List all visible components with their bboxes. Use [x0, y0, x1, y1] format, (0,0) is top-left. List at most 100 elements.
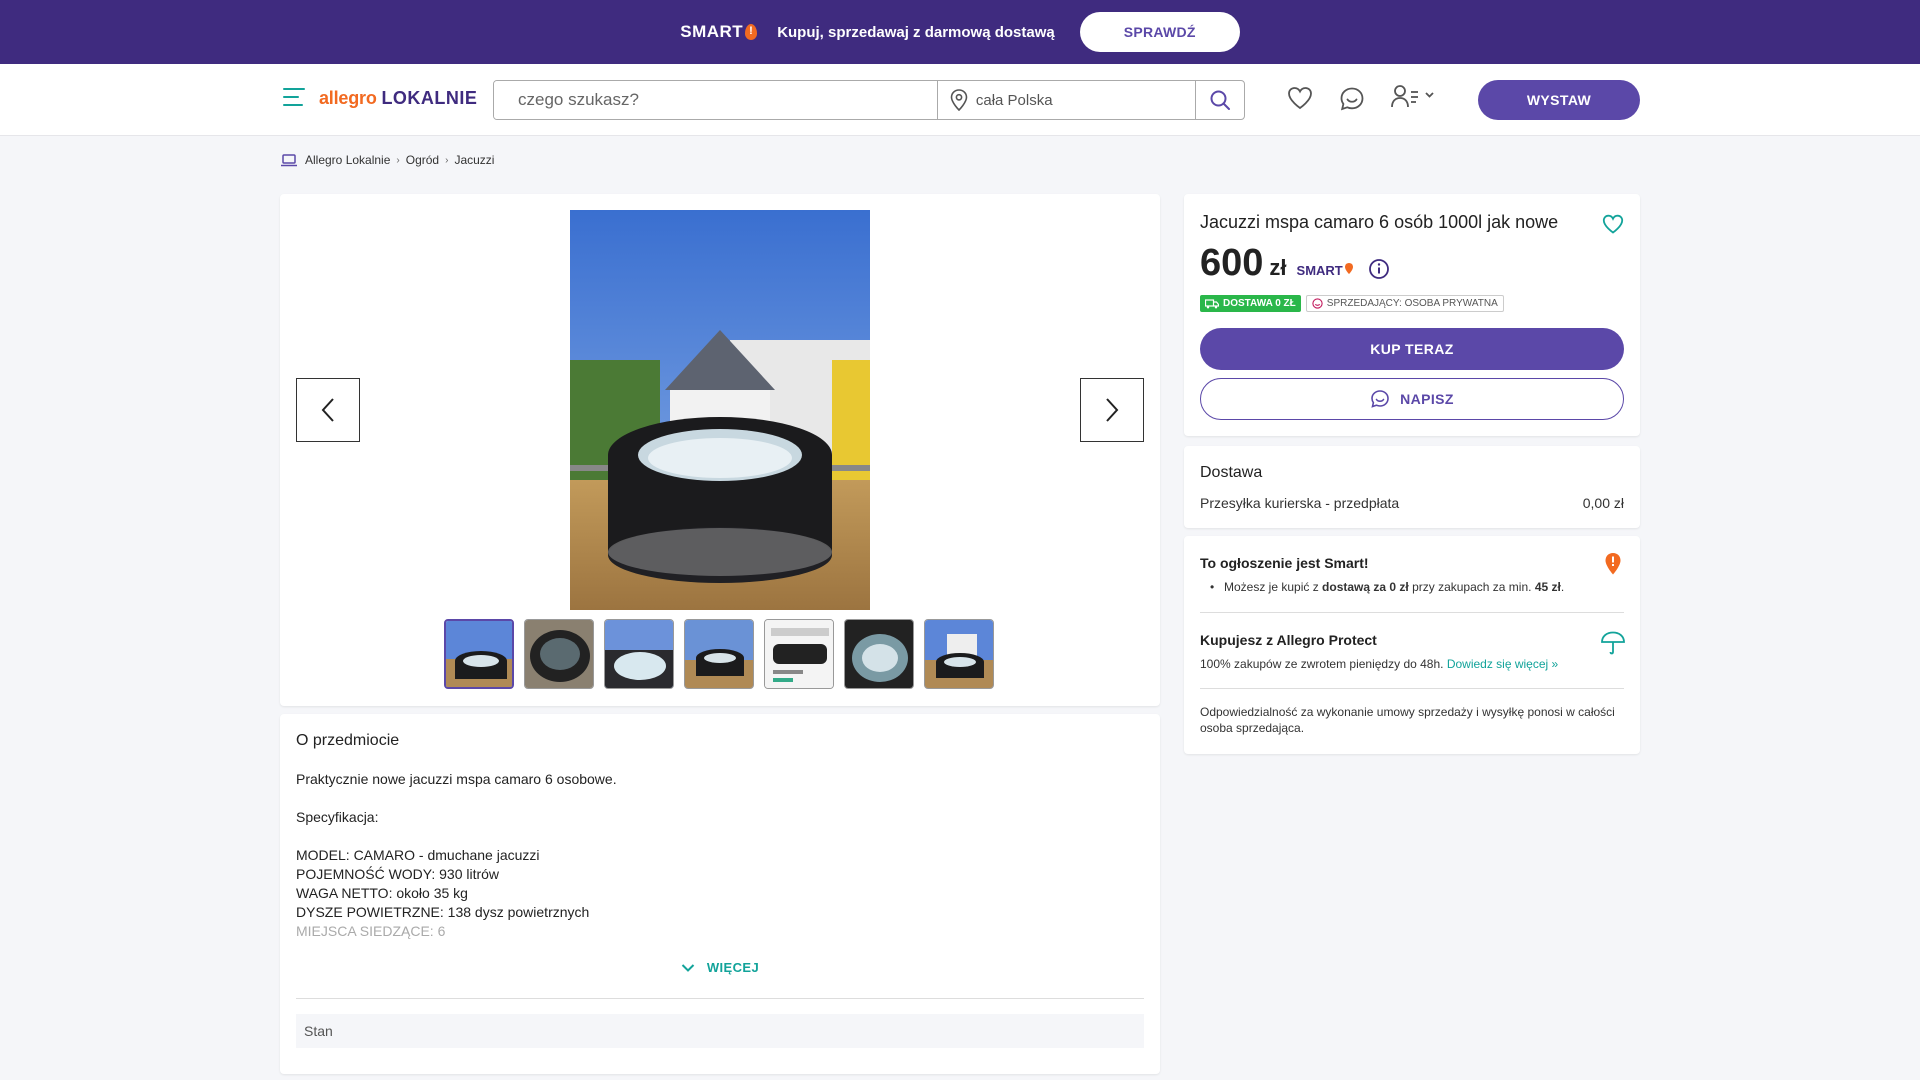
breadcrumb-item-jacuzzi[interactable]: Jacuzzi	[454, 153, 494, 167]
condition-row: Stan	[296, 1014, 1144, 1048]
description-line: Praktycznie nowe jacuzzi mspa camaro 6 o…	[296, 771, 617, 787]
smart-benefit-item: Możesz je kupić z dostawą za 0 zł przy z…	[1210, 580, 1565, 594]
liability-note: Odpowiedzialność za wykonanie umowy sprz…	[1200, 705, 1615, 735]
show-more-label: WIĘCEJ	[706, 960, 760, 975]
photo-gallery	[280, 194, 1160, 706]
thumbnail[interactable]	[764, 619, 834, 689]
learn-more-link[interactable]: Dowiedz się więcej »	[1447, 657, 1558, 671]
allegro-lokalnie-logo[interactable]: allegro LOKALNIE	[319, 88, 477, 109]
logo-part-lokalnie: LOKALNIE	[381, 88, 478, 108]
laptop-icon	[281, 153, 297, 166]
price-currency: zł	[1269, 255, 1287, 280]
condition-label: Stan	[304, 1023, 333, 1039]
delivery-option: Przesyłka kurierska - przedpłata 0,00 zł	[1200, 495, 1624, 511]
smart-logo-text: SMART	[680, 22, 744, 41]
description-line: WAGA NETTO: około 35 kg	[296, 885, 468, 901]
thumbnail[interactable]	[524, 619, 594, 689]
smart-logo: SMART	[680, 22, 758, 42]
description-line: MIEJSCA SIEDZĄCE: 6	[296, 923, 446, 939]
free-delivery-text: DOSTAWA 0 ZŁ	[1223, 298, 1296, 309]
about-heading: O przedmiocie	[296, 732, 400, 749]
messages-icon[interactable]	[1339, 86, 1365, 112]
thumbnail[interactable]	[604, 619, 674, 689]
private-seller-icon	[1312, 298, 1323, 309]
favorites-heart-icon[interactable]	[1287, 86, 1313, 110]
buy-box: Jacuzzi mspa camaro 6 osób 1000l jak now…	[1184, 194, 1640, 436]
smart-pin-icon	[1605, 553, 1621, 575]
write-message-button[interactable]: NAPISZ	[1200, 378, 1624, 420]
promo-banner: SMART Kupuj, sprzedawaj z darmową dostaw…	[0, 0, 1920, 64]
free-delivery-badge: DOSTAWA 0 ZŁ	[1200, 295, 1301, 312]
previous-photo-button[interactable]	[296, 378, 360, 442]
protect-heading: Kupujesz z Allegro Protect	[1200, 632, 1377, 648]
chat-icon	[1371, 390, 1389, 408]
breadcrumb: Allegro Lokalnie › Ogród › Jacuzzi	[281, 153, 494, 167]
thumbnail[interactable]	[684, 619, 754, 689]
logo-part-allegro: allegro	[319, 88, 377, 108]
breadcrumb-item-garden[interactable]: Ogród	[406, 153, 439, 167]
chevron-down-icon	[681, 963, 695, 972]
check-button[interactable]: SPRAWDŹ	[1079, 12, 1240, 52]
chevron-right-icon	[1106, 398, 1119, 422]
divider	[296, 998, 1144, 999]
thumbnail[interactable]	[444, 619, 514, 689]
smart-pin-icon	[1344, 263, 1353, 274]
post-listing-button[interactable]: WYSTAW	[1478, 80, 1640, 120]
chevron-left-icon	[321, 398, 334, 422]
smart-benefit-bold: dostawą za 0 zł	[1322, 580, 1409, 594]
buy-now-button[interactable]: KUP TERAZ	[1200, 328, 1624, 370]
divider	[1200, 612, 1624, 613]
search-bar: cała Polska	[493, 80, 1245, 120]
add-to-favorites-heart-icon[interactable]	[1602, 214, 1624, 234]
location-text: cała Polska	[975, 91, 1053, 109]
breadcrumb-item-home[interactable]: Allegro Lokalnie	[305, 153, 390, 167]
header: allegro LOKALNIE cała Polska WYSTAW	[0, 64, 1920, 136]
price-value: 600	[1200, 242, 1264, 284]
search-input[interactable]	[494, 81, 938, 119]
chevron-right-icon: ›	[396, 154, 400, 166]
description-line: Specyfikacja:	[296, 809, 379, 825]
seller-type-badge: SPRZEDAJĄCY: OSOBA PRYWATNA	[1305, 295, 1504, 312]
show-more-button[interactable]: WIĘCEJ	[280, 960, 1160, 975]
protect-description: 100% zakupów ze zwrotem pieniędzy do 48h…	[1200, 657, 1447, 671]
smart-benefit-text: Możesz je kupić z	[1224, 580, 1323, 594]
about-item-section: O przedmiocie Praktycznie nowe jacuzzi m…	[280, 714, 1160, 1074]
info-icon[interactable]	[1368, 258, 1390, 280]
smart-badge-text: SMART	[1296, 263, 1343, 278]
main-photo[interactable]	[570, 210, 870, 610]
description-line: DYSZE POWIETRZNE: 138 dysz powietrznych	[296, 904, 590, 920]
location-field[interactable]: cała Polska	[938, 81, 1197, 119]
smart-benefit-text: .	[1560, 580, 1565, 594]
truck-icon	[1205, 298, 1219, 308]
smart-heading: To ogłoszenie jest Smart!	[1200, 555, 1369, 571]
search-icon	[1210, 90, 1231, 110]
smart-pin-icon	[745, 24, 758, 40]
listing-title: Jacuzzi mspa camaro 6 osób 1000l jak now…	[1200, 212, 1559, 232]
write-message-label: NAPISZ	[1400, 391, 1454, 407]
thumbnail-strip	[444, 619, 1004, 689]
smart-benefit-text: przy zakupach za min.	[1408, 580, 1535, 594]
delivery-method: Przesyłka kurierska - przedpłata	[1200, 495, 1400, 511]
location-pin-icon	[950, 89, 968, 111]
badges: DOSTAWA 0 ZŁ SPRZEDAJĄCY: OSOBA PRYWATNA	[1200, 295, 1504, 312]
umbrella-icon	[1601, 631, 1625, 655]
search-button[interactable]	[1196, 81, 1244, 119]
item-description: Praktycznie nowe jacuzzi mspa camaro 6 o…	[296, 770, 1136, 941]
thumbnail[interactable]	[844, 619, 914, 689]
menu-icon[interactable]	[283, 88, 305, 106]
delivery-heading: Dostawa	[1200, 464, 1263, 481]
description-line: MODEL: CAMARO - dmuchane jacuzzi	[296, 847, 540, 863]
smart-benefit-amount: 45 zł	[1534, 580, 1561, 594]
smart-badge: SMART	[1297, 262, 1354, 278]
account-icon[interactable]	[1390, 84, 1438, 110]
protect-text: 100% zakupów ze zwrotem pieniędzy do 48h…	[1200, 657, 1558, 671]
delivery-box: Dostawa Przesyłka kurierska - przedpłata…	[1184, 446, 1640, 528]
delivery-price: 0,00 zł	[1582, 495, 1624, 511]
thumbnail[interactable]	[924, 619, 994, 689]
promo-text: Kupuj, sprzedawaj z darmową dostawą	[777, 23, 1055, 41]
chevron-right-icon: ›	[445, 154, 449, 166]
smart-info-box: To ogłoszenie jest Smart! Możesz je kupi…	[1184, 536, 1640, 754]
price-row: 600 zł SMART	[1200, 242, 1354, 285]
next-photo-button[interactable]	[1080, 378, 1144, 442]
description-line: POJEMNOŚĆ WODY: 930 litrów	[296, 866, 500, 882]
